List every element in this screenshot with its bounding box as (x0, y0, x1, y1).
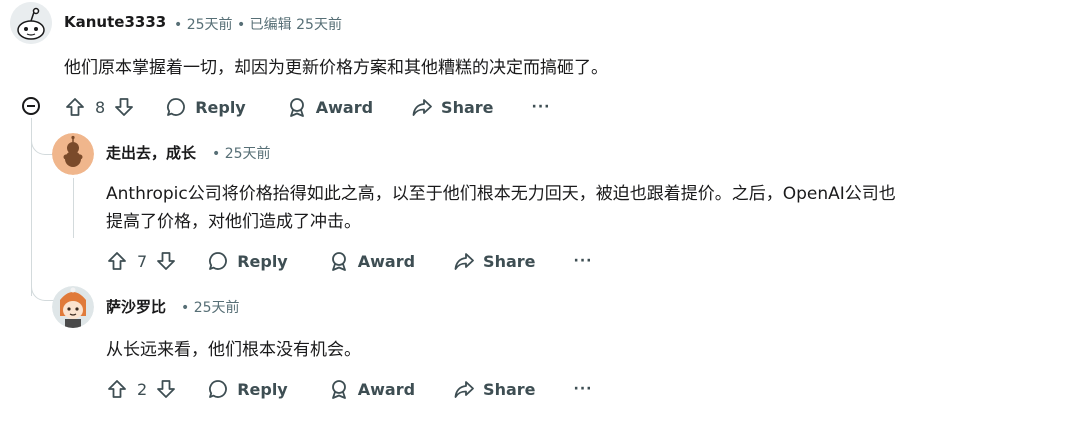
downvote-icon[interactable] (155, 378, 177, 400)
reply-button[interactable]: Reply (207, 378, 288, 400)
comment-body: 他们原本掌握着一切，却因为更新价格方案和其他糟糕的决定而搞砸了。 (64, 58, 608, 78)
share-icon (454, 381, 474, 398)
upvote-icon[interactable] (106, 378, 128, 400)
avatar[interactable] (10, 2, 52, 44)
avatar[interactable] (52, 133, 94, 175)
upvote-icon[interactable] (106, 250, 128, 272)
comment-author[interactable]: 走出去，成长 (106, 142, 196, 163)
snoo-avatar-icon (52, 286, 94, 328)
vote-count: 8 (95, 97, 106, 117)
downvote-icon[interactable] (155, 250, 177, 272)
vote-count: 7 (137, 251, 148, 271)
reply-button[interactable]: Reply (165, 96, 246, 118)
award-icon (289, 98, 304, 117)
share-button[interactable]: Share (453, 250, 536, 272)
comment-body: Anthropic公司将价格抬得如此之高，以至于他们根本无力回天，被迫也跟着提价… (106, 180, 1006, 236)
thread-elbow (31, 270, 54, 301)
comment-author[interactable]: Kanute3333 (64, 13, 166, 31)
comment-actions: 2 Reply Award Share ··· (106, 377, 592, 401)
reply-button[interactable]: Reply (207, 250, 288, 272)
upvote-icon[interactable] (64, 96, 86, 118)
downvote-icon[interactable] (113, 96, 135, 118)
reply-label: Reply (237, 379, 288, 399)
comment-body-line: 提高了价格，对他们造成了冲击。 (106, 212, 361, 232)
more-options-button[interactable]: ··· (532, 99, 551, 115)
award-icon (331, 252, 346, 271)
comment-body-line: Anthropic公司将价格抬得如此之高，以至于他们根本无力回天，被迫也跟着提价… (106, 184, 896, 204)
comment-meta: • 25天前 (181, 300, 240, 316)
share-icon (412, 99, 432, 116)
award-label: Award (315, 97, 374, 117)
more-options-button[interactable]: ··· (574, 253, 593, 269)
snoo-avatar-icon (52, 133, 94, 175)
share-label: Share (483, 251, 536, 271)
award-label: Award (357, 251, 416, 271)
share-label: Share (441, 97, 494, 117)
award-label: Award (357, 379, 416, 399)
reply-label: Reply (195, 97, 246, 117)
avatar[interactable] (52, 286, 94, 328)
snoo-avatar-icon (10, 2, 52, 44)
share-label: Share (483, 379, 536, 399)
vote-count: 2 (137, 379, 148, 399)
comment-meta: • 25天前 (212, 146, 271, 162)
comment-meta: • 25天前 • 已编辑 25天前 (174, 17, 342, 33)
share-button[interactable]: Share (453, 378, 536, 400)
comment-actions: 8 Reply Award Share ··· (64, 95, 550, 119)
collapse-thread-button[interactable] (22, 97, 40, 115)
award-button[interactable]: Award (286, 96, 373, 118)
comment-author[interactable]: 萨沙罗比 (106, 296, 166, 317)
reply-label: Reply (237, 251, 288, 271)
thread-elbow (31, 118, 54, 155)
comment-actions: 7 Reply Award Share ··· (106, 249, 592, 273)
thread-line (73, 178, 74, 238)
comment-bubble-icon (209, 252, 228, 270)
award-icon (331, 380, 346, 399)
share-icon (454, 253, 474, 270)
comment-body: 从长远来看，他们根本没有机会。 (106, 340, 361, 360)
comment-bubble-icon (209, 380, 228, 398)
more-options-button[interactable]: ··· (574, 381, 593, 397)
share-button[interactable]: Share (411, 96, 494, 118)
comment-bubble-icon (167, 98, 186, 116)
award-button[interactable]: Award (328, 250, 415, 272)
award-button[interactable]: Award (328, 378, 415, 400)
